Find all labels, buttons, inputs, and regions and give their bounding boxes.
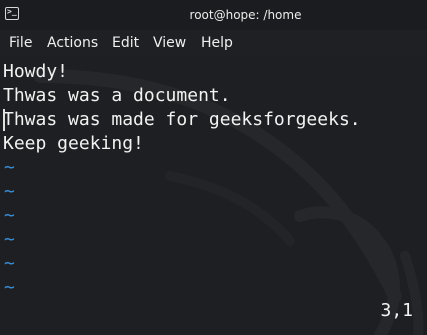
menu-help[interactable]: Help — [201, 35, 233, 51]
empty-line-marker: ~ — [4, 205, 15, 226]
editor-line-1: Howdy! — [3, 61, 69, 82]
empty-line-marker: ~ — [4, 181, 15, 202]
empty-line-marker: ~ — [4, 229, 15, 250]
menu-actions[interactable]: Actions — [47, 35, 98, 51]
menu-edit[interactable]: Edit — [112, 35, 139, 51]
text-cursor — [3, 109, 5, 131]
menu-bar: File Actions Edit View Help — [0, 30, 427, 56]
menu-file[interactable]: File — [9, 35, 32, 51]
window-title: root@hope: /home — [189, 8, 302, 22]
terminal-window: >_ root@hope: /home File Actions Edit Vi… — [0, 0, 427, 335]
empty-line-marker: ~ — [4, 253, 15, 274]
menu-view[interactable]: View — [153, 35, 186, 51]
title-bar[interactable]: >_ root@hope: /home — [0, 0, 427, 30]
empty-line-marker: ~ — [4, 277, 15, 298]
cursor-position-indicator: 3,1 — [380, 300, 413, 321]
editor-line-2: Thwas was a document. — [3, 85, 231, 106]
empty-line-marker: ~ — [4, 157, 15, 178]
editor-line-4: Keep geeking! — [3, 133, 144, 154]
terminal-area[interactable]: Howdy! Thwas was a document. Thwas was m… — [0, 56, 427, 335]
editor-line-3: Thwas was made for geeksforgeeks. — [3, 109, 361, 130]
